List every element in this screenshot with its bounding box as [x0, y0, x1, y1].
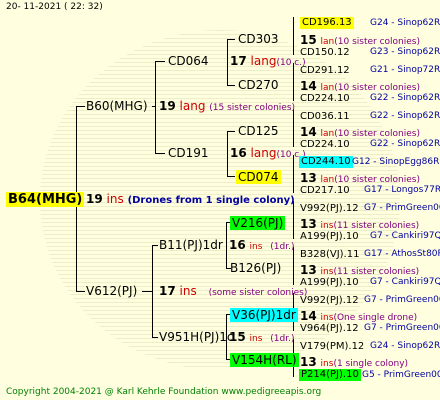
g2-queen[interactable]: CD191 [168, 147, 209, 159]
g4-info: 13 ins(1 single colony) [300, 355, 409, 369]
g4-queen-bot[interactable]: CD224.10 [300, 140, 350, 150]
g4-info: 13 ins(11 sister colonies) [300, 217, 420, 231]
connector [293, 201, 294, 239]
g3-queen[interactable]: B126(PJ) [230, 262, 281, 274]
g1-queen[interactable]: B60(MHG) [86, 100, 148, 112]
connector [152, 106, 156, 107]
g4-info: 14 ins(One single drone) [300, 309, 418, 323]
g4-line-bot: G22 - Sinop62R [370, 93, 440, 103]
g4-queen-bot[interactable]: P214(PJ).10 [299, 369, 361, 381]
connector [76, 291, 85, 292]
g4-queen-top[interactable]: V992(PJ).12 [300, 296, 359, 306]
g4-line-bot: G7 - Cankiri97Q [370, 277, 440, 287]
connector [293, 17, 294, 55]
connector [227, 85, 235, 86]
g4-line-top: G21 - Sinop72R [370, 65, 440, 75]
footer-copyright[interactable]: Copyright 2004-2021 @ Karl Kehrle Founda… [6, 388, 321, 397]
connector [76, 106, 85, 107]
g4-queen-top[interactable]: B328(VJ).11 [300, 250, 359, 260]
g4-line-top: G24 - Sinop62R [370, 18, 440, 28]
g2-info: 16 ins (1dr.) [229, 238, 295, 252]
g4-queen-bot[interactable]: A199(PJ).10 [300, 232, 359, 242]
g4-queen-top[interactable]: CD291.12 [300, 66, 350, 76]
g4-line-top: G7 - PrimGreen00 [364, 203, 440, 213]
g1-queen[interactable]: V612(PJ) [86, 285, 137, 297]
g3-queen[interactable]: CD270 [238, 79, 279, 91]
g4-queen-bot[interactable]: V964(PJ).12 [300, 324, 359, 334]
connector [227, 176, 235, 177]
connector [227, 131, 228, 177]
g3-queen[interactable]: V154H(RL) [230, 353, 299, 367]
g4-queen-bot[interactable]: CD224.10 [300, 94, 350, 104]
g3-queen[interactable]: CD125 [238, 125, 279, 137]
g4-line-top: G12 - SinopEgg86R [352, 157, 440, 167]
g4-info: 15 lan(10 sister colonies) [300, 33, 420, 47]
g4-info: 13 lan(10 sister colonies) [300, 171, 420, 185]
g4-line-bot: G17 - Longos77R [364, 185, 440, 195]
g3-queen[interactable]: CD303 [238, 33, 279, 45]
pedigree-page: { "header": "20- 11-2021 ( 22: 32)", "fo… [0, 0, 440, 400]
g4-info: 14 lan(10 sister colonies) [300, 125, 420, 139]
g4-queen-top[interactable]: V179(PM).12 [300, 342, 364, 352]
header-timestamp: 20- 11-2021 ( 22: 32) [6, 2, 103, 12]
g4-queen-bot[interactable]: CD150.12 [300, 48, 350, 58]
g3-queen[interactable]: V36(PJ)1dr [230, 308, 298, 322]
g2-queen[interactable]: CD064 [168, 55, 209, 67]
g4-line-bot: G22 - Sinop62R [370, 139, 440, 149]
connector [152, 245, 158, 246]
connector [142, 291, 153, 292]
g4-queen-top[interactable]: CD244.10 [299, 156, 353, 168]
g2-info: 17 lang(10 c.) [230, 54, 306, 68]
connector [293, 109, 294, 147]
g4-info: 14 lan(10 sister colonies) [300, 79, 420, 93]
g2-queen[interactable]: V951H(PJ)1c [159, 331, 234, 343]
g4-queen-bot[interactable]: A199(PJ).10 [300, 278, 359, 288]
g4-line-top: G24 - Sinop62R [370, 341, 440, 351]
connector [155, 61, 156, 153]
root-info: 19 ins (Drones from 1 single colony) [86, 192, 295, 206]
g4-queen-top[interactable]: V992(PJ).12 [300, 204, 359, 214]
g4-line-top: G17 - AthosSt80R [364, 249, 440, 259]
g2-queen[interactable]: B11(PJ)1dr [159, 239, 223, 251]
root-queen[interactable]: B64(MHG) [6, 192, 85, 207]
connector [155, 153, 165, 154]
g4-queen-top[interactable]: CD196.13 [300, 17, 354, 29]
g4-line-bot: G7 - PrimGreen00 [364, 323, 440, 333]
g3-queen[interactable]: CD074 [236, 170, 281, 184]
g4-line-bot: G7 - Cankiri97Q [370, 231, 440, 241]
connector [152, 337, 158, 338]
g1-info: 17 ins (some sister colonies) [159, 284, 308, 298]
g4-line-top: G7 - PrimGreen00 [364, 295, 440, 305]
connector [293, 155, 294, 193]
g1-info: 19 lang (15 sister colonies) [159, 99, 296, 113]
connector [293, 247, 294, 285]
g4-queen-top[interactable]: CD036.11 [300, 112, 350, 122]
connector [227, 39, 228, 86]
g4-line-bot: G5 - PrimGreen00 [362, 370, 440, 380]
g3-queen[interactable]: V216(PJ) [230, 216, 286, 230]
g2-info: 16 lang(10 c.) [230, 146, 306, 160]
g2-info: 15 ins (1dr.) [229, 330, 295, 344]
connector [227, 39, 235, 40]
connector [155, 61, 165, 62]
connector [293, 63, 294, 101]
connector [226, 222, 227, 269]
g4-line-top: G22 - Sinop62R [370, 111, 440, 121]
g4-queen-bot[interactable]: CD217.10 [300, 186, 350, 196]
connector [227, 131, 235, 132]
g4-line-bot: G23 - Sinop62R [370, 47, 440, 57]
g4-info: 13 ins(11 sister colonies) [300, 263, 420, 277]
